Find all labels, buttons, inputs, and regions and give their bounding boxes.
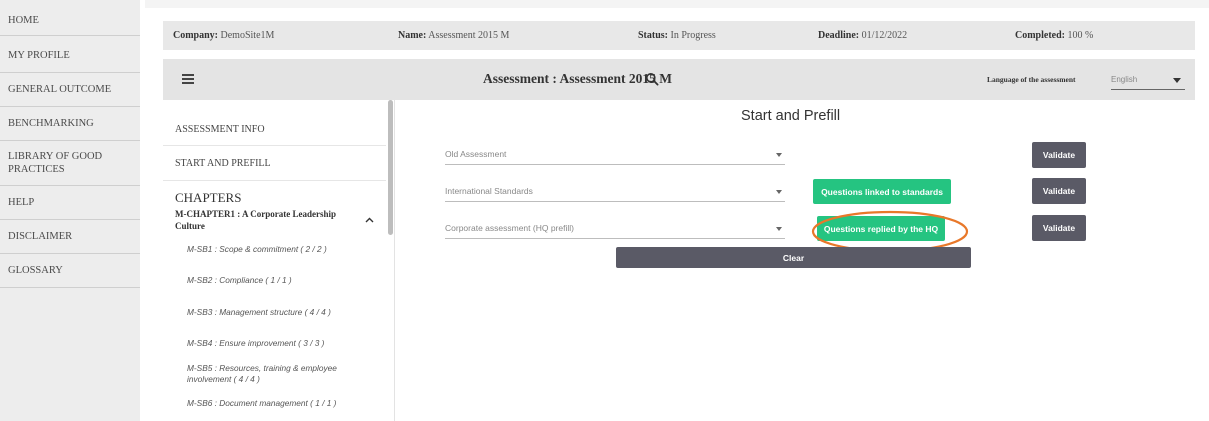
nav-item-label: DISCLAIMER [8,231,73,242]
deadline-info: Deadline: 01/12/2022 [818,30,907,41]
chevron-up-icon[interactable] [365,217,374,223]
validate-corporate-assessment-button[interactable]: Validate [1032,215,1086,241]
corporate-assessment-label: Corporate assessment (HQ prefill) [445,223,574,233]
assessment-header-bar: Assessment : Assessment 2015 M Language … [163,59,1195,100]
nav-item-label: LIBRARY OF GOOD PRACTICES [8,151,103,175]
nav-item-benchmarking[interactable]: BENCHMARKING [0,107,140,141]
assessment-sidebar: ASSESSMENT INFO START AND PREFILL CHAPTE… [163,100,395,421]
nav-item-label: HELP [8,197,35,208]
sidebar-divider [163,180,386,181]
left-navigation: HOME MY PROFILE GENERAL OUTCOME BENCHMAR… [0,0,140,421]
questions-replied-by-hq-button[interactable]: Questions replied by the HQ [817,216,945,241]
caret-down-icon [776,153,782,157]
completed-label: Completed: [1015,30,1065,41]
international-standards-select[interactable]: International Standards [445,182,785,202]
nav-item-label: GENERAL OUTCOME [8,84,112,95]
search-icon[interactable] [645,72,659,86]
subchapter-item-sb4[interactable]: M-SB4 : Ensure improvement ( 3 / 3 ) [187,338,383,349]
deadline-label: Deadline: [818,30,860,41]
chapter-title[interactable]: M-CHAPTER1 : A Corporate Leadership Cult… [175,208,355,232]
top-strip [145,0,1209,8]
nav-item-general-outcome[interactable]: GENERAL OUTCOME [0,73,140,107]
name-label: Name: [398,30,427,41]
language-value: English [1111,75,1138,84]
status-value: In Progress [670,30,716,41]
name-value: Assessment 2015 M [428,30,510,41]
nav-item-label: MY PROFILE [8,50,70,61]
sidebar-link-start-and-prefill[interactable]: START AND PREFILL [175,158,271,169]
old-assessment-select[interactable]: Old Assessment [445,145,785,165]
nav-item-label: BENCHMARKING [8,118,94,129]
clear-button[interactable]: Clear [616,247,971,268]
validate-international-standards-button[interactable]: Validate [1032,178,1086,204]
old-assessment-label: Old Assessment [445,149,507,159]
completed-info: Completed: 100 % [1015,30,1093,41]
nav-item-glossary[interactable]: GLOSSARY [0,254,140,288]
chapters-heading: CHAPTERS [175,190,242,205]
name-info: Name: Assessment 2015 M [398,30,509,41]
status-info: Status: In Progress [638,30,716,41]
subchapter-item-sb3[interactable]: M-SB3 : Management structure ( 4 / 4 ) [187,307,383,318]
company-label: Company: [173,30,219,41]
international-standards-label: International Standards [445,186,533,196]
nav-item-label: HOME [8,15,39,26]
assessment-info-bar: Company: DemoSite1M Name: Assessment 201… [163,21,1195,50]
language-select[interactable]: English [1111,70,1185,90]
corporate-assessment-select[interactable]: Corporate assessment (HQ prefill) [445,219,785,239]
assessment-title: Assessment : Assessment 2015 M [483,71,672,86]
sidebar-scrollbar[interactable] [388,100,393,235]
subchapter-item-sb1[interactable]: M-SB1 : Scope & commitment ( 2 / 2 ) [187,244,383,255]
nav-item-my-profile[interactable]: MY PROFILE [0,39,140,73]
caret-down-icon [776,227,782,231]
page-title: Start and Prefill [741,108,841,124]
questions-linked-to-standards-button[interactable]: Questions linked to standards [813,179,951,204]
deadline-value: 01/12/2022 [861,30,908,41]
language-label: Language of the assessment [987,75,1076,84]
subchapter-item-sb2[interactable]: M-SB2 : Compliance ( 1 / 1 ) [187,275,383,286]
subchapter-item-sb6[interactable]: M-SB6 : Document management ( 1 / 1 ) [187,398,383,409]
completed-value: 100 % [1067,30,1094,41]
nav-item-library-of-good-practices[interactable]: LIBRARY OF GOOD PRACTICES [0,141,140,186]
subchapter-item-sb5[interactable]: M-SB5 : Resources, training & employee i… [187,363,383,385]
hamburger-icon[interactable] [182,74,194,84]
caret-down-icon [1173,78,1181,83]
caret-down-icon [776,190,782,194]
nav-item-help[interactable]: HELP [0,186,140,220]
company-info: Company: DemoSite1M [173,30,274,41]
status-label: Status: [638,30,669,41]
nav-item-disclaimer[interactable]: DISCLAIMER [0,220,140,254]
company-value: DemoSite1M [220,30,275,41]
nav-item-label: GLOSSARY [8,265,63,276]
sidebar-divider [163,145,386,146]
nav-item-home[interactable]: HOME [0,6,140,36]
validate-old-assessment-button[interactable]: Validate [1032,142,1086,168]
sidebar-link-assessment-info[interactable]: ASSESSMENT INFO [175,124,265,135]
